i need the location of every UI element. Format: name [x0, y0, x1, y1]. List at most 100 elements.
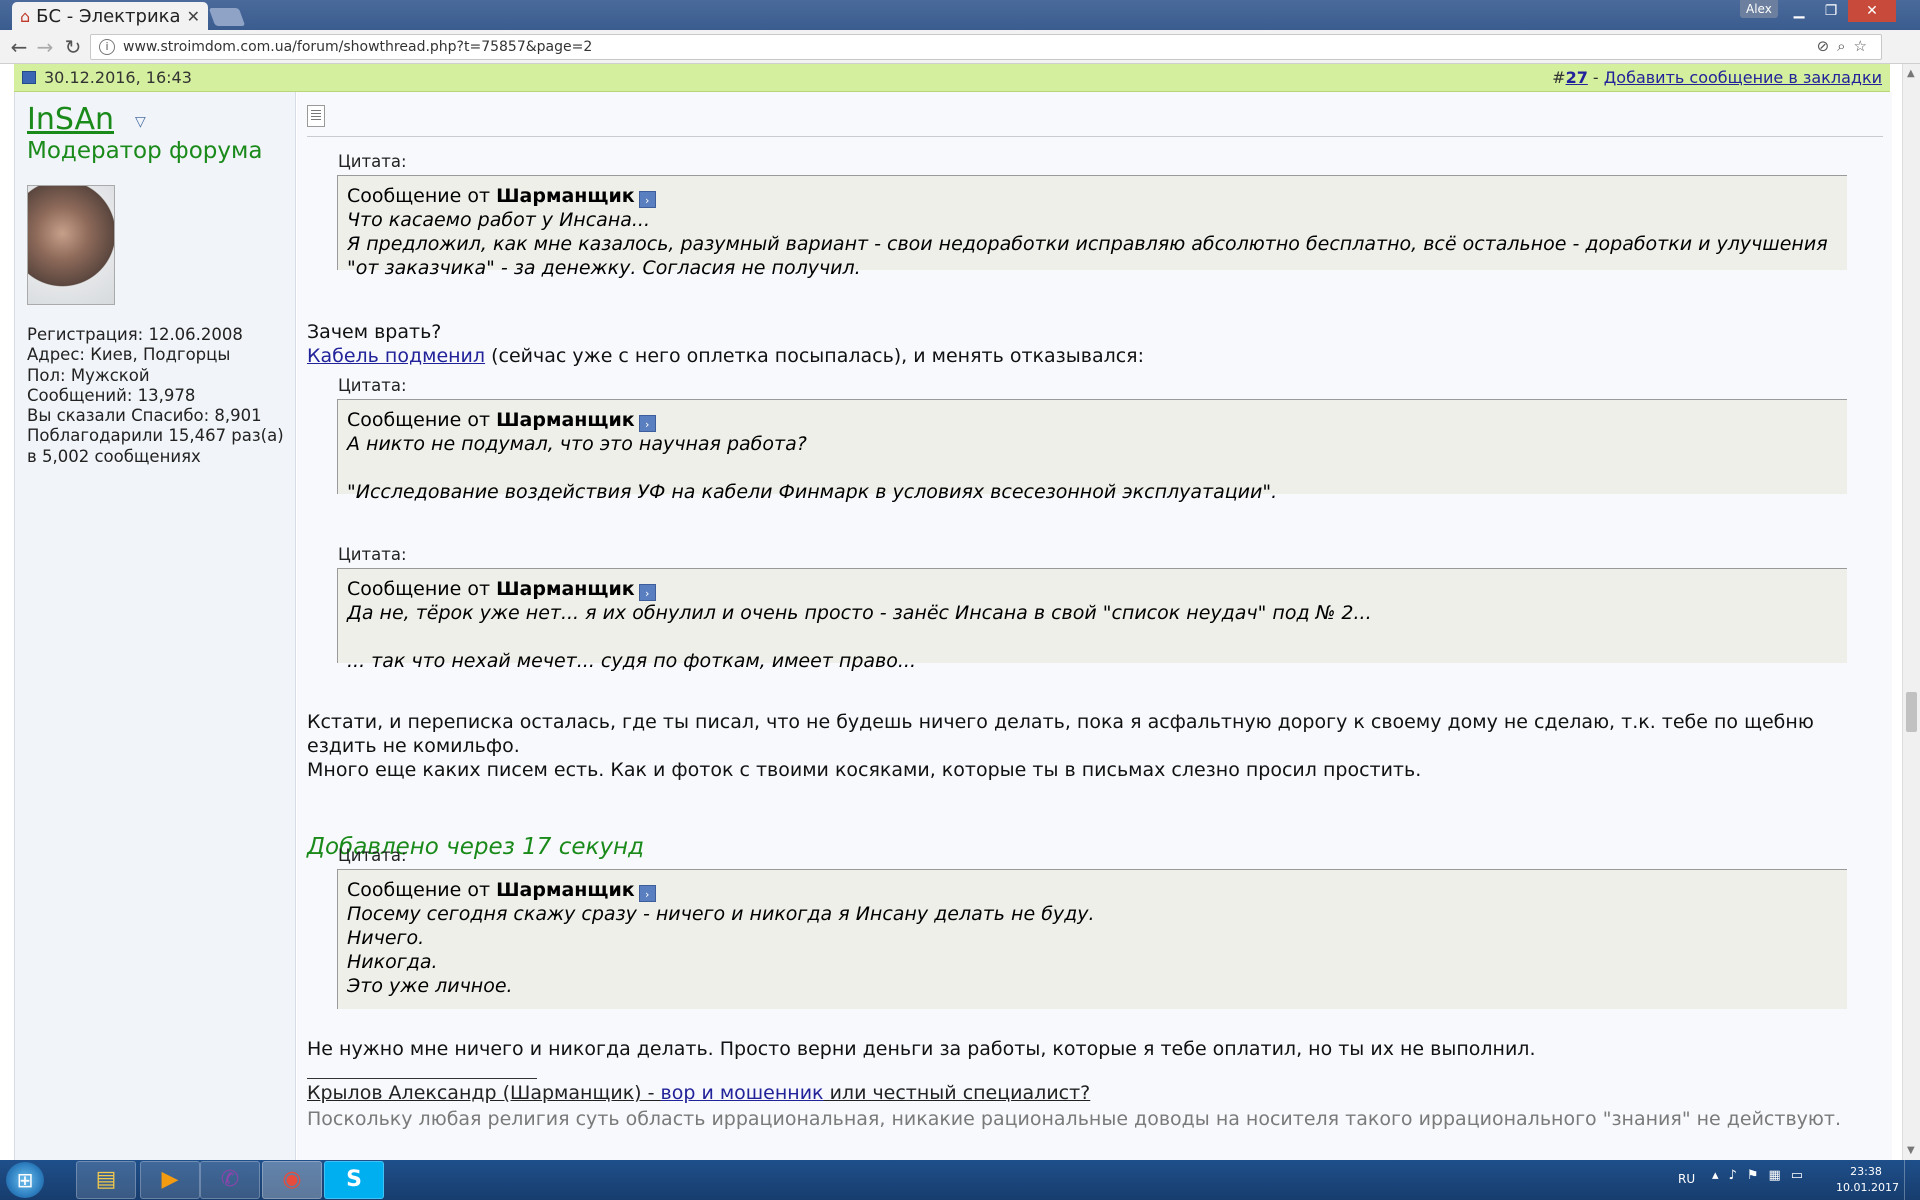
site-favicon-icon: ⌂ — [20, 6, 31, 26]
volume-icon[interactable]: ♪ — [1729, 1168, 1747, 1183]
clock-time: 23:38 — [1850, 1165, 1882, 1178]
post-line: Кстати, и переписка осталась, где ты пис… — [307, 711, 1814, 757]
back-arrow-icon[interactable]: ← — [6, 34, 32, 60]
quote-author: Шарманщик — [496, 185, 635, 207]
signature-divider — [307, 1078, 537, 1079]
post-header: 30.12.2016, 16:43 #27 - Добавить сообщен… — [14, 64, 1890, 92]
user-title: Модератор форума — [27, 138, 263, 164]
window-minimize-button[interactable]: ▁ — [1784, 0, 1814, 22]
view-post-arrow-icon[interactable]: › — [638, 885, 656, 902]
signature-link-part[interactable]: или честный специалист? — [824, 1082, 1091, 1104]
tray-expand-icon[interactable]: ▴ — [1712, 1168, 1729, 1183]
action-center-flag-icon[interactable]: ⚑ — [1747, 1168, 1769, 1183]
address-url: www.stroimdom.com.ua/forum/showthread.ph… — [123, 39, 593, 55]
signature-link: Крылов Александр (Шарманщик) - вор и мош… — [307, 1082, 1090, 1104]
post-number-link[interactable]: 27 — [1566, 68, 1588, 87]
start-button[interactable]: ⊞ — [6, 1162, 44, 1198]
post-status-icon — [22, 71, 36, 84]
scrollbar-thumb[interactable] — [1906, 692, 1917, 732]
stat-address: Адрес: Киев, Подгорцы — [27, 345, 231, 365]
profile-badge[interactable]: Alex — [1740, 0, 1778, 18]
network-icon[interactable]: ▦ — [1768, 1168, 1790, 1183]
quote-block: Сообщение от Шарманщик › А никто не подум… — [337, 399, 1847, 503]
system-tray-icons: ▴♪⚑▦▭ — [1712, 1168, 1813, 1183]
user-menu-dropdown-icon[interactable]: ▽ — [135, 114, 146, 130]
quote-block: Сообщение от Шарманщик › Да не, тёрок уже… — [337, 568, 1847, 672]
view-post-arrow-icon[interactable]: › — [638, 415, 656, 432]
display-icon[interactable]: ▭ — [1791, 1168, 1813, 1183]
user-stats: Регистрация: 12.06.2008 Адрес: Киев, Под… — [27, 325, 284, 467]
window-close-button[interactable]: ✕ — [1848, 0, 1896, 22]
stat-thanks-given: Вы сказали Спасибо: 8,901 — [27, 406, 262, 426]
windows-taskbar: ⊞ ▤ ▶ ✆ ◉ S RU ▴♪⚑▦▭ 23:38 10.01.2017 — [0, 1160, 1920, 1200]
show-desktop-button[interactable] — [1904, 1160, 1920, 1200]
stat-gender: Пол: Мужской — [27, 365, 150, 385]
post-paragraph: Зачем врать? Кабель подменил (сейчас уже… — [307, 320, 1144, 368]
username-link[interactable]: InSAn — [27, 102, 114, 137]
forum-page: 30.12.2016, 16:43 #27 - Добавить сообщен… — [0, 64, 1902, 1160]
post-line: Много еще каких писем есть. Как и фоток … — [307, 759, 1422, 781]
chrome-taskbar-icon[interactable]: ◉ — [262, 1161, 322, 1199]
quote-header: Сообщение от Шарманщик › — [347, 184, 1837, 208]
cable-replaced-link[interactable]: Кабель подменил — [307, 345, 485, 367]
viber-taskbar-icon[interactable]: ✆ — [200, 1161, 260, 1199]
explorer-taskbar-icon[interactable]: ▤ — [76, 1161, 136, 1199]
input-language-indicator[interactable]: RU — [1678, 1172, 1695, 1186]
post-body: Цитата: Сообщение от Шарманщик › Что каса… — [297, 92, 1892, 1160]
quote-text: Посему сегодня скажу сразу - ничего и ни… — [347, 903, 1095, 997]
post-document-icon — [307, 105, 325, 127]
address-bar[interactable]: i www.stroimdom.com.ua/forum/showthread.… — [90, 34, 1882, 60]
stat-posts: Сообщений: 13,978 — [27, 385, 196, 405]
scroll-down-arrow-icon[interactable]: ▼ — [1907, 1145, 1915, 1156]
media-player-taskbar-icon[interactable]: ▶ — [140, 1161, 200, 1199]
quote-label: Цитата: — [338, 846, 407, 865]
new-tab-button[interactable] — [208, 8, 246, 26]
signature-link-part[interactable]: вор и мошенник — [661, 1082, 824, 1104]
tab-close-icon[interactable]: ✕ — [187, 7, 200, 26]
quote-from-label: Сообщение от — [347, 578, 497, 600]
view-post-arrow-icon[interactable]: › — [638, 584, 656, 601]
scroll-up-arrow-icon[interactable]: ▲ — [1907, 68, 1915, 79]
zoom-icon[interactable]: ⌕ — [1837, 37, 1853, 55]
signature-text: Поскольку любая религия суть область ирр… — [307, 1108, 1841, 1130]
quote-header: Сообщение от Шарманщик › — [347, 878, 1837, 902]
stat-registration: Регистрация: 12.06.2008 — [27, 325, 243, 344]
quote-header: Сообщение от Шарманщик › — [347, 408, 1837, 432]
browser-titlebar: ⌂ БС - Электрика ✕ Alex ▁ ❐ ✕ — [0, 0, 1920, 30]
quote-author: Шарманщик — [496, 578, 635, 600]
adblock-icon[interactable]: ⊘ — [1817, 37, 1838, 55]
quote-label: Цитата: — [338, 545, 407, 564]
avatar[interactable] — [27, 185, 115, 305]
page-scrollbar[interactable]: ▲ ▼ — [1902, 64, 1920, 1160]
quote-text: Да не, тёрок уже нет... я их обнулил и о… — [347, 602, 1372, 672]
user-info-panel: InSAn ▽ Модератор форума Регистрация: 12… — [14, 92, 296, 1160]
skype-taskbar-icon[interactable]: S — [324, 1161, 384, 1199]
stat-thanked-posts: в 5,002 сообщениях — [27, 446, 201, 466]
post-divider — [307, 136, 1883, 137]
tab-title: БС - Электрика — [36, 5, 181, 27]
browser-tab-active[interactable]: ⌂ БС - Электрика ✕ — [12, 2, 208, 30]
bookmark-post-link[interactable]: Добавить сообщение в закладки — [1604, 68, 1882, 87]
taskbar-clock[interactable]: 23:38 10.01.2017 — [1836, 1164, 1899, 1196]
quote-text: А никто не подумал, что это научная рабо… — [347, 433, 1278, 503]
quote-block: Сообщение от Шарманщик › Посему сегодня с… — [337, 869, 1847, 1009]
quote-label: Цитата: — [338, 152, 407, 171]
post-paragraph: Кстати, и переписка осталась, где ты пис… — [307, 710, 1877, 782]
view-post-arrow-icon[interactable]: › — [638, 191, 656, 208]
reload-icon[interactable]: ↻ — [60, 34, 86, 60]
post-line: Кабель подменил (сейчас уже с него оплет… — [307, 344, 1144, 368]
quote-block: Сообщение от Шарманщик › Что касаемо рабо… — [337, 175, 1847, 279]
post-hash: # — [1552, 68, 1566, 87]
quote-header: Сообщение от Шарманщик › — [347, 577, 1837, 601]
post-line: Зачем врать? — [307, 321, 442, 343]
stat-thanked: Поблагодарили 15,467 раз(а) — [27, 426, 284, 446]
signature-link-part[interactable]: Крылов Александр (Шарманщик) - — [307, 1082, 661, 1104]
forward-arrow-icon[interactable]: → — [32, 34, 58, 60]
bookmark-star-icon[interactable]: ☆ — [1854, 37, 1875, 55]
window-maximize-button[interactable]: ❐ — [1816, 0, 1846, 22]
post-header-separator: - — [1587, 68, 1604, 87]
post-paragraph: Не нужно мне ничего и никогда делать. Пр… — [307, 1038, 1536, 1060]
quote-author: Шарманщик — [496, 409, 635, 431]
post-line-rest: (сейчас уже с него оплетка посыпалась), … — [485, 345, 1145, 367]
site-info-icon[interactable]: i — [99, 39, 115, 55]
